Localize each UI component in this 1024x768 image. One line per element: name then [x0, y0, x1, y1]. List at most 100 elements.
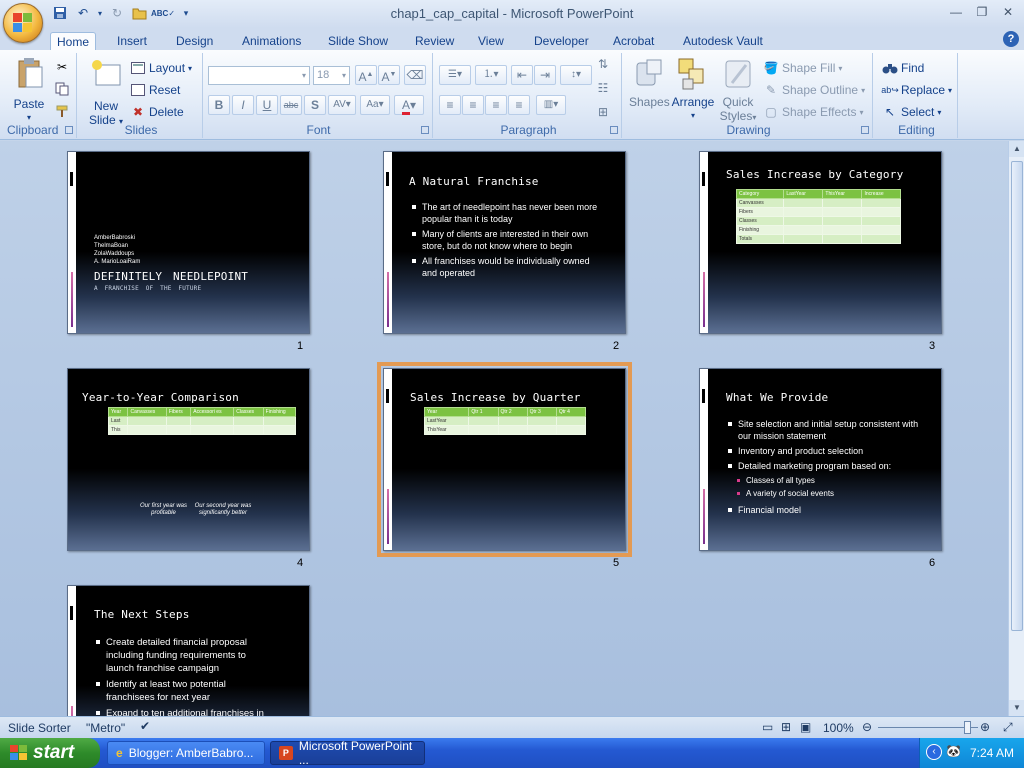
start-button[interactable]: start — [0, 738, 100, 768]
slide-thumbnail-5[interactable]: Sales Increase by Quarter Year Qtr 1 Qtr… — [377, 362, 632, 557]
restore-button[interactable]: ❐ — [972, 3, 992, 21]
taskbar-item-browser[interactable]: e Blogger: AmberBabro... — [107, 741, 265, 765]
character-spacing-button[interactable]: AV▾ — [328, 95, 356, 115]
scroll-thumb[interactable] — [1011, 161, 1023, 631]
numbering-button[interactable]: ⒈▾ — [475, 65, 507, 85]
find-button[interactable]: Find — [882, 59, 924, 77]
text-direction-button[interactable]: ⇅ — [592, 55, 614, 75]
quick-styles-button[interactable]: Quick Styles▾ — [717, 57, 759, 125]
help-icon[interactable]: ? — [1003, 31, 1019, 47]
decrease-indent-button[interactable]: ⇤ — [511, 65, 533, 85]
quick-styles-icon — [722, 57, 754, 89]
bullet-item: Detailed marketing program based on: — [728, 460, 933, 472]
shape-effects-button[interactable]: ▢ Shape Effects ▾ — [763, 103, 863, 121]
tab-autodesk-vault[interactable]: Autodesk Vault — [677, 32, 769, 52]
slide-show-view-icon[interactable]: ▣ — [800, 720, 811, 734]
align-center-button[interactable]: ≡ — [462, 95, 484, 115]
slides-group-label: Slides — [124, 123, 158, 137]
align-text-button[interactable]: ☷ — [592, 79, 614, 99]
scroll-down-arrow-icon[interactable]: ▼ — [1009, 700, 1024, 716]
tab-insert[interactable]: Insert — [111, 32, 153, 52]
tab-developer[interactable]: Developer — [528, 32, 595, 52]
strikethrough-button[interactable]: abc — [280, 95, 302, 115]
zoom-slider[interactable] — [878, 727, 978, 728]
fit-to-window-icon[interactable]: ⤢ — [1003, 720, 1013, 735]
layout-button[interactable]: Layout ▾ — [130, 59, 192, 77]
replace-button[interactable]: ab↪ Replace ▾ — [881, 81, 952, 99]
scroll-up-arrow-icon[interactable]: ▲ — [1009, 141, 1024, 157]
slide-number: 5 — [613, 557, 620, 569]
tab-view[interactable]: View — [472, 32, 510, 52]
cut-icon[interactable]: ✂ — [54, 59, 70, 75]
slide-thumbnail-2[interactable]: A Natural Franchise The art of needlepoi… — [383, 151, 626, 334]
spell-check-icon[interactable]: ✔ — [140, 719, 150, 733]
tab-slide-show[interactable]: Slide Show — [322, 32, 394, 52]
tab-animations[interactable]: Animations — [236, 32, 307, 52]
tab-acrobat[interactable]: Acrobat — [607, 32, 660, 52]
slide-thumbnail-7[interactable]: The Next Steps Create detailed financial… — [67, 585, 310, 716]
format-painter-icon[interactable] — [54, 103, 70, 119]
bullets-button[interactable]: ☰▾ — [439, 65, 471, 85]
columns-button[interactable]: ▥▾ — [536, 95, 566, 115]
slide-thumbnail-1[interactable]: AmberBabroski ThelmaBoan ZolaWaddoups A.… — [67, 151, 310, 334]
paragraph-group-label: Paragraph — [500, 123, 557, 137]
delete-button[interactable]: ✖ Delete — [130, 103, 184, 121]
slide-thumbnail-4[interactable]: Year-to-Year Comparison Year Canvasses F… — [67, 368, 310, 551]
select-button[interactable]: ↖ Select ▾ — [882, 103, 941, 121]
font-name-box[interactable]: ▾ — [208, 66, 310, 85]
slide-thumbnail-6[interactable]: What We Provide Site selection and initi… — [699, 368, 942, 551]
underline-button[interactable]: U — [256, 95, 278, 115]
quick-styles-label-1: Quick — [722, 95, 754, 109]
zoom-level[interactable]: 100% — [823, 721, 854, 735]
slide-thumbnail-3[interactable]: Sales Increase by Category Category Last… — [699, 151, 942, 334]
shape-outline-button[interactable]: ✎ Shape Outline ▾ — [763, 81, 865, 99]
close-button[interactable]: ✕ — [998, 3, 1018, 21]
bold-button[interactable]: B — [208, 95, 230, 115]
font-color-button[interactable]: A▾ — [394, 95, 424, 115]
smartart-button[interactable]: ⊞ — [592, 103, 614, 123]
zoom-out-icon[interactable]: ⊖ — [862, 720, 872, 734]
slide-number: 1 — [297, 340, 304, 352]
zoom-in-icon[interactable]: ⊕ — [980, 720, 990, 734]
line-spacing-button[interactable]: ↕▾ — [560, 65, 592, 85]
copy-icon[interactable] — [54, 81, 70, 97]
vertical-scrollbar[interactable]: ▲ ▼ — [1008, 141, 1024, 716]
increase-indent-button[interactable]: ⇥ — [534, 65, 556, 85]
grow-font-button[interactable]: A▲ — [355, 65, 377, 85]
drawing-launcher[interactable] — [861, 126, 869, 134]
taskbar-item-label: Blogger: AmberBabro... — [128, 746, 254, 760]
shape-fill-button[interactable]: 🪣 Shape Fill ▾ — [763, 59, 843, 77]
normal-view-icon[interactable]: ▭ — [762, 720, 773, 734]
justify-button[interactable]: ≡ — [508, 95, 530, 115]
font-launcher[interactable] — [421, 126, 429, 134]
slide-title: What We Provide — [726, 391, 829, 404]
clipboard-launcher[interactable] — [65, 126, 73, 134]
shrink-font-button[interactable]: A▼ — [378, 65, 400, 85]
reset-button[interactable]: Reset — [130, 81, 180, 99]
clear-formatting-button[interactable]: ⌫ — [404, 65, 426, 85]
taskbar-item-powerpoint[interactable]: P Microsoft PowerPoint ... — [270, 739, 425, 767]
zoom-slider-thumb[interactable] — [964, 721, 971, 734]
slide-sorter-view-icon[interactable]: ⊞ — [781, 720, 791, 734]
tray-expand-icon[interactable]: ‹ — [926, 744, 942, 760]
office-button[interactable] — [3, 3, 43, 43]
align-right-button[interactable]: ≡ — [485, 95, 507, 115]
tab-design[interactable]: Design — [170, 32, 219, 52]
tab-review[interactable]: Review — [409, 32, 460, 52]
table-header: Qtr 3 — [526, 407, 557, 417]
shadow-button[interactable]: S — [304, 95, 326, 115]
minimize-button[interactable]: — — [946, 3, 966, 21]
window-title: chap1_cap_capital - Microsoft PowerPoint — [390, 6, 634, 21]
font-size-box[interactable]: 18 ▾ — [313, 66, 350, 85]
new-slide-button[interactable]: New Slide ▾ — [86, 59, 126, 129]
arrange-button[interactable]: Arrange ▾ — [671, 57, 715, 123]
italic-button[interactable]: I — [232, 95, 254, 115]
paste-button[interactable]: Paste ▾ — [8, 57, 50, 125]
shapes-button[interactable]: Shapes — [629, 57, 670, 109]
paragraph-launcher[interactable] — [610, 126, 618, 134]
view-status: Slide Sorter — [8, 721, 71, 735]
panda-tray-icon[interactable]: 🐼 — [946, 744, 961, 758]
align-left-button[interactable]: ≡ — [439, 95, 461, 115]
change-case-button[interactable]: Aa▾ — [360, 95, 390, 115]
tab-home[interactable]: Home — [50, 32, 97, 52]
